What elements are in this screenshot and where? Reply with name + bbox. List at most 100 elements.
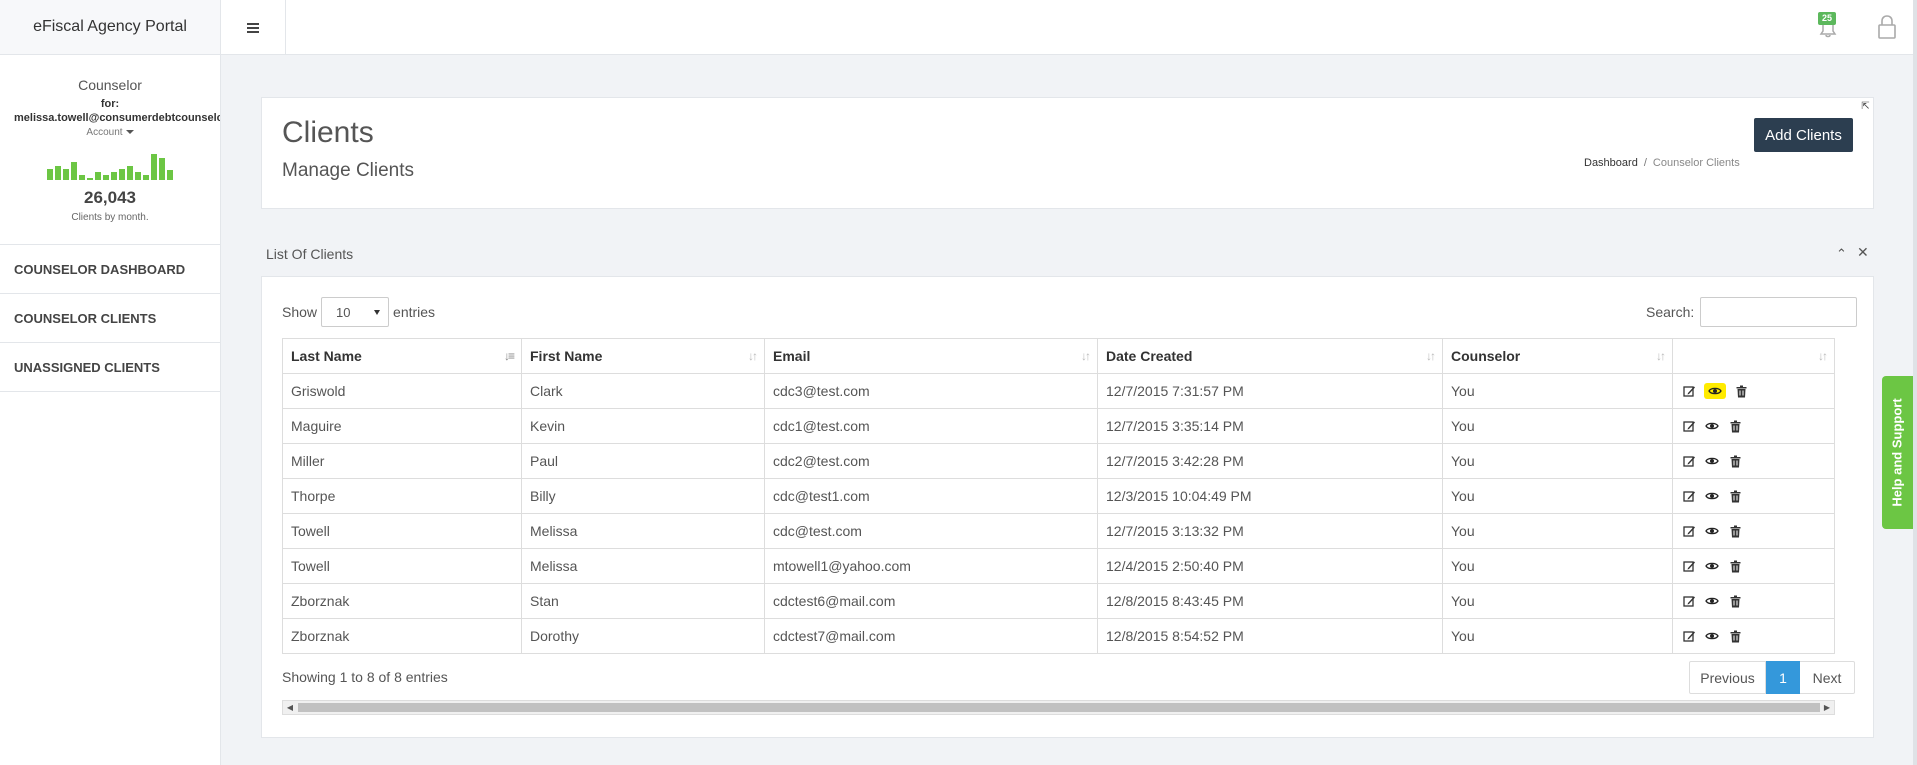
first-name-cell: Melissa bbox=[521, 548, 765, 584]
column-header-counselor[interactable]: Counselor ↓↑ bbox=[1442, 338, 1673, 374]
view-eye-icon[interactable] bbox=[1704, 523, 1720, 539]
nav-unassigned-clients[interactable]: UNASSIGNED CLIENTS bbox=[0, 343, 220, 392]
date-created-cell: 12/7/2015 3:42:28 PM bbox=[1097, 443, 1443, 479]
clients-total: 26,043 bbox=[84, 188, 136, 207]
scrollbar-thumb[interactable] bbox=[298, 703, 1820, 712]
scroll-right-icon[interactable]: ▶ bbox=[1821, 702, 1833, 714]
nav-label: UNASSIGNED CLIENTS bbox=[14, 359, 160, 375]
table-row[interactable]: Zborznak Stan cdctest6@mail.com 12/8/2015 8… bbox=[282, 583, 1835, 619]
view-eye-icon[interactable] bbox=[1704, 593, 1720, 609]
collapse-chevron-up-icon[interactable]: ⌃ bbox=[1836, 246, 1847, 262]
page-header-panel: Clients Manage Clients Add Clients Dashb… bbox=[261, 97, 1874, 209]
show-label: Show bbox=[282, 304, 318, 320]
table-row[interactable]: Towell Melissa cdc@test.com 12/7/2015 3:13:… bbox=[282, 513, 1835, 549]
sparkline-bar bbox=[79, 175, 85, 180]
delete-trash-icon[interactable] bbox=[1733, 383, 1749, 399]
view-eye-icon[interactable] bbox=[1704, 488, 1720, 504]
nav-label: COUNSELOR CLIENTS bbox=[14, 310, 157, 326]
delete-trash-icon[interactable] bbox=[1727, 523, 1743, 539]
caret-down-icon bbox=[125, 130, 134, 135]
counselor-cell: You bbox=[1442, 513, 1673, 549]
previous-page-button[interactable]: Previous bbox=[1689, 661, 1766, 694]
menu-toggle-button[interactable] bbox=[221, 0, 286, 55]
edit-icon[interactable] bbox=[1681, 488, 1697, 504]
edit-icon[interactable] bbox=[1681, 418, 1697, 434]
top-bar: eFiscal Agency Portal 25 bbox=[0, 0, 1917, 55]
row-actions bbox=[1681, 453, 1834, 469]
sparkline-bar bbox=[103, 175, 109, 180]
row-actions bbox=[1681, 628, 1834, 644]
view-eye-icon[interactable] bbox=[1704, 453, 1720, 469]
breadcrumb-separator: / bbox=[1643, 157, 1647, 169]
nav-counselor-dashboard[interactable]: COUNSELOR DASHBOARD bbox=[0, 245, 220, 294]
breadcrumb-dashboard-link[interactable]: Dashboard bbox=[1584, 157, 1638, 169]
add-clients-button[interactable]: Add Clients bbox=[1754, 118, 1853, 152]
date-created-cell: 12/4/2015 2:50:40 PM bbox=[1097, 548, 1443, 584]
entries-select[interactable]: 10 bbox=[321, 297, 390, 327]
pagination: Previous 1 Next bbox=[1689, 661, 1855, 694]
email-cell: cdc@test1.com bbox=[764, 478, 1098, 514]
breadcrumb: Dashboard / Counselor Clients bbox=[1584, 157, 1740, 169]
window-edge bbox=[1913, 0, 1917, 765]
entries-select-value: 10 bbox=[336, 305, 351, 320]
search-input[interactable] bbox=[1700, 297, 1858, 327]
actions-cell bbox=[1672, 478, 1835, 514]
horizontal-scrollbar[interactable]: ◀ ▶ bbox=[282, 700, 1835, 715]
edit-icon[interactable] bbox=[1681, 383, 1697, 399]
page-1-button[interactable]: 1 bbox=[1766, 661, 1800, 694]
sparkline-bar bbox=[159, 158, 165, 180]
edit-icon[interactable] bbox=[1681, 593, 1697, 609]
table-row[interactable]: Zborznak Dorothy cdctest7@mail.com 12/8/201… bbox=[282, 618, 1835, 654]
next-page-button[interactable]: Next bbox=[1800, 661, 1855, 694]
delete-trash-icon[interactable] bbox=[1727, 558, 1743, 574]
expand-icon[interactable]: ⇱ bbox=[1858, 99, 1873, 114]
edit-icon[interactable] bbox=[1681, 523, 1697, 539]
sparkline-bar bbox=[47, 169, 53, 180]
edit-icon[interactable] bbox=[1681, 628, 1697, 644]
column-header-actions[interactable]: ↓↑ bbox=[1672, 338, 1835, 374]
row-actions bbox=[1681, 558, 1834, 574]
app-title[interactable]: eFiscal Agency Portal bbox=[0, 0, 221, 55]
help-and-support-tab[interactable]: Help and Support bbox=[1882, 376, 1913, 529]
table-row[interactable]: Miller Paul cdc2@test.com 12/7/2015 3:42:28… bbox=[282, 443, 1835, 479]
table-row[interactable]: Towell Melissa mtowell1@yahoo.com 12/4/2015… bbox=[282, 548, 1835, 584]
table-row[interactable]: Griswold Clark cdc3@test.com 12/7/2015 7:31… bbox=[282, 373, 1835, 409]
date-created-cell: 12/8/2015 8:43:45 PM bbox=[1097, 583, 1443, 619]
table-row[interactable]: Thorpe Billy cdc@test1.com 12/3/2015 10:04:… bbox=[282, 478, 1835, 514]
account-dropdown[interactable]: Account bbox=[0, 127, 220, 138]
column-header-email[interactable]: Email ↓↑ bbox=[764, 338, 1098, 374]
view-eye-icon[interactable] bbox=[1704, 383, 1726, 399]
date-created-cell: 12/7/2015 3:13:32 PM bbox=[1097, 513, 1443, 549]
counselor-cell: You bbox=[1442, 478, 1673, 514]
column-header-date-created[interactable]: Date Created ↓↑ bbox=[1097, 338, 1443, 374]
delete-trash-icon[interactable] bbox=[1727, 628, 1743, 644]
last-name-cell: Griswold bbox=[282, 373, 522, 409]
actions-cell bbox=[1672, 408, 1835, 444]
edit-icon[interactable] bbox=[1681, 453, 1697, 469]
view-eye-icon[interactable] bbox=[1704, 418, 1720, 434]
delete-trash-icon[interactable] bbox=[1727, 418, 1743, 434]
close-icon[interactable]: ✕ bbox=[1857, 244, 1869, 261]
delete-trash-icon[interactable] bbox=[1727, 453, 1743, 469]
edit-icon[interactable] bbox=[1681, 558, 1697, 574]
view-eye-icon[interactable] bbox=[1704, 628, 1720, 644]
column-header-first-name[interactable]: First Name ↓↑ bbox=[521, 338, 765, 374]
search-control: Search: bbox=[1646, 297, 1858, 327]
lock-icon[interactable] bbox=[1876, 14, 1898, 40]
column-header-last-name[interactable]: Last Name ↓≡ bbox=[282, 338, 522, 374]
sparkline-bar bbox=[63, 169, 69, 180]
delete-trash-icon[interactable] bbox=[1727, 488, 1743, 504]
actions-cell bbox=[1672, 373, 1835, 409]
delete-trash-icon[interactable] bbox=[1727, 593, 1743, 609]
last-name-cell: Maguire bbox=[282, 408, 522, 444]
view-eye-icon[interactable] bbox=[1704, 558, 1720, 574]
last-name-cell: Thorpe bbox=[282, 478, 522, 514]
notification-count-badge: 25 bbox=[1818, 12, 1837, 25]
scroll-left-icon[interactable]: ◀ bbox=[284, 702, 296, 714]
sparkline-bar bbox=[71, 162, 77, 180]
nav-counselor-clients[interactable]: COUNSELOR CLIENTS bbox=[0, 294, 220, 343]
email-cell: cdctest7@mail.com bbox=[764, 618, 1098, 654]
table-row[interactable]: Maguire Kevin cdc1@test.com 12/7/2015 3:35:… bbox=[282, 408, 1835, 444]
actions-cell bbox=[1672, 618, 1835, 654]
sparkline-bar bbox=[127, 166, 133, 180]
